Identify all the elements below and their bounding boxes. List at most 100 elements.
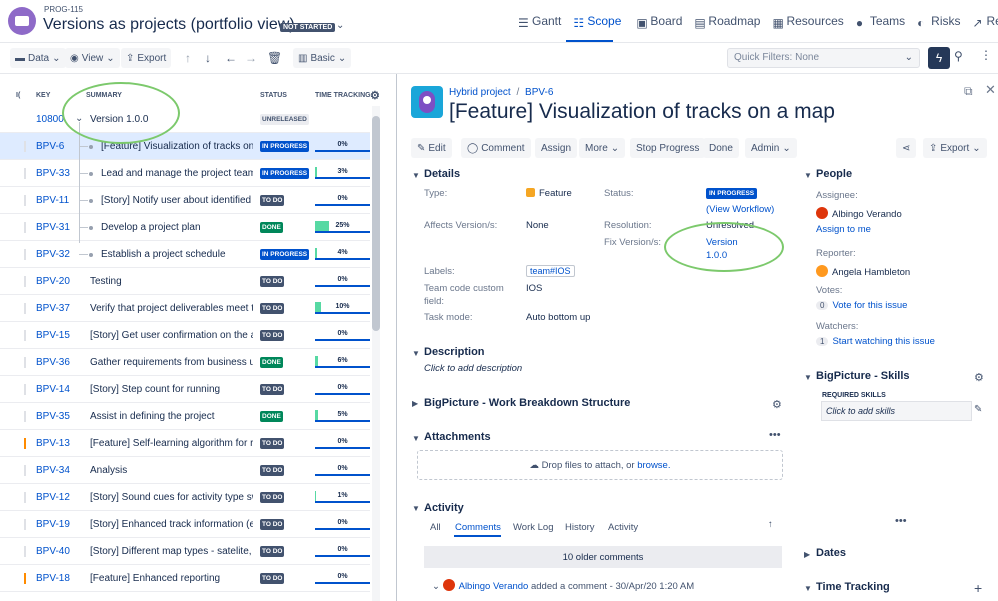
wbs-heading[interactable]: BigPicture - Work Breakdown Structure (424, 397, 630, 409)
nav-resources[interactable]: ▦ Resources (772, 14, 843, 30)
issue-key[interactable]: BPV-14 (36, 384, 70, 395)
chevron-down-icon[interactable]: ▼ (412, 504, 420, 513)
assign-to-me-link[interactable]: Assign to me (816, 224, 871, 235)
issue-key[interactable]: BPV-33 (36, 168, 70, 179)
data-menu-button[interactable]: ▬ Data ⌄ (10, 48, 66, 68)
issue-key[interactable]: BPV-36 (36, 357, 70, 368)
breadcrumb-project[interactable]: Hybrid project (449, 87, 511, 98)
issue-summary[interactable]: Testing (90, 276, 253, 287)
browse-link[interactable]: browse. (637, 460, 670, 471)
table-row[interactable]: BPV-11 [Story] Notify user about identifi… (0, 187, 370, 214)
issue-summary[interactable]: [Feature] Enhanced reporting (90, 573, 253, 584)
team-code-value[interactable]: IOS (526, 283, 542, 294)
issue-key[interactable]: BPV-31 (36, 222, 70, 233)
table-row[interactable]: BPV-12 [Story] Sound cues for activity ty… (0, 484, 370, 511)
project-avatar[interactable] (8, 7, 36, 35)
move-up-icon[interactable]: ↑ (185, 51, 191, 65)
issue-summary[interactable]: [Story] Different map types - satelite, … (90, 546, 253, 557)
table-row[interactable]: BPV-36 Gather requirements from business … (0, 349, 370, 376)
share-button[interactable]: ⋖ (896, 138, 917, 158)
indent-icon[interactable]: → (245, 51, 257, 65)
quick-filters-select[interactable]: Quick Filters: None ⌄ (727, 48, 920, 68)
nav-teams[interactable]: ● Teams (856, 14, 905, 30)
breadcrumb-issue-key[interactable]: BPV-6 (525, 87, 553, 98)
issue-key[interactable]: BPV-15 (36, 330, 70, 341)
issue-key[interactable]: BPV-19 (36, 519, 70, 530)
export-button[interactable]: ⇪ Export (121, 48, 172, 68)
chevron-right-icon[interactable]: ▶ (412, 399, 418, 408)
issue-key[interactable]: BPV-35 (36, 411, 70, 422)
comment-author-link[interactable]: Albingo Verando (459, 581, 529, 592)
issue-key[interactable]: BPV-11 (36, 195, 69, 206)
nav-gantt[interactable]: ☰ Gantt (518, 14, 561, 30)
admin-button[interactable]: Admin ⌄ (745, 138, 797, 158)
time-tracking-heading[interactable]: Time Tracking (816, 581, 890, 593)
issue-summary[interactable]: Establish a project schedule (101, 249, 253, 260)
issue-key[interactable]: BPV-12 (36, 492, 70, 503)
attachment-dropzone[interactable]: ☁ Drop files to attach, or browse. (417, 450, 783, 480)
nav-scope[interactable]: ☷ Scope (573, 14, 624, 30)
table-row[interactable]: BPV-34 Analysis TO DO 0% (0, 457, 370, 484)
issue-summary[interactable]: Develop a project plan (101, 222, 253, 233)
reporter[interactable]: Angela Hambleton (816, 265, 910, 278)
affects-version-value[interactable]: None (526, 220, 549, 231)
more-icon[interactable]: ⋮ (980, 48, 992, 62)
table-row[interactable]: BPV-37 Verify that project deliverables m… (0, 295, 370, 322)
issue-key[interactable]: BPV-6 (36, 141, 64, 152)
issue-summary[interactable]: [Feature] Self-learning algorithm for ru… (90, 438, 253, 449)
table-row[interactable]: BPV-13 [Feature] Self-learning algorithm … (0, 430, 370, 457)
plus-icon[interactable]: + (974, 580, 982, 596)
search-icon[interactable]: ⚲ (954, 49, 970, 67)
chevron-down-icon[interactable]: ▼ (412, 171, 420, 180)
col-i[interactable]: I( (16, 92, 20, 99)
dates-heading[interactable]: Dates (816, 547, 846, 559)
issue-key[interactable]: BPV-18 (36, 573, 70, 584)
chevron-down-icon[interactable]: ▼ (804, 171, 812, 180)
done-button[interactable]: Done (703, 138, 739, 158)
activity-heading[interactable]: Activity (424, 502, 464, 514)
view-menu-button[interactable]: ◉ View ⌄ (65, 48, 120, 68)
tab-history[interactable]: History (565, 522, 595, 533)
people-heading[interactable]: People (816, 168, 852, 180)
gear-icon[interactable]: ⚙ (974, 371, 984, 384)
chevron-down-icon[interactable]: ▼ (804, 373, 812, 382)
bolt-icon[interactable]: ϟ (928, 47, 950, 69)
issue-summary[interactable]: [Story] Step count for running (90, 384, 253, 395)
basic-view-button[interactable]: ▥ Basic ⌄ (293, 48, 352, 68)
description-heading[interactable]: Description (424, 346, 485, 358)
nav-board[interactable]: ▣ Board (636, 14, 682, 30)
tab-work-log[interactable]: Work Log (513, 522, 553, 533)
issue-key[interactable]: BPV-40 (36, 546, 70, 557)
version-row[interactable]: 10800 ⌄ Version 1.0.0 UNRELEASED (0, 106, 370, 133)
issue-summary[interactable]: Assist in defining the project (90, 411, 253, 422)
tab-all[interactable]: All (430, 522, 441, 533)
col-key[interactable]: KEY (36, 92, 50, 99)
assign-button[interactable]: Assign (535, 138, 578, 158)
tab-comments[interactable]: Comments (455, 522, 501, 533)
panel-divider[interactable] (396, 74, 397, 601)
issue-summary[interactable]: [Story] Sound cues for activity type swi… (90, 492, 253, 503)
pencil-icon[interactable]: ✎ (974, 404, 982, 415)
chevron-down-icon[interactable]: ⌄ (432, 581, 443, 592)
task-mode-value[interactable]: Auto bottom up (526, 312, 590, 323)
issue-summary[interactable]: [Story] Get user confirmation on the act… (90, 330, 253, 341)
view-workflow-link[interactable]: (View Workflow) (706, 204, 774, 215)
vote-link[interactable]: Vote for this issue (832, 300, 907, 311)
issue-summary[interactable]: [Story] Enhanced track information (elev… (90, 519, 253, 530)
table-row[interactable]: BPV-14 [Story] Step count for running TO D… (0, 376, 370, 403)
sort-arrow-icon[interactable]: ↑ (768, 519, 773, 530)
outdent-icon[interactable]: ← (225, 51, 237, 65)
label-tag[interactable]: team#IOS (526, 265, 575, 277)
open-external-icon[interactable]: ⧉ (964, 84, 973, 99)
table-scroll-thumb[interactable] (372, 116, 380, 331)
issue-key[interactable]: BPV-20 (36, 276, 70, 287)
table-row[interactable]: BPV-33 Lead and manage the project team IN… (0, 160, 370, 187)
table-row[interactable]: BPV-20 Testing TO DO 0% (0, 268, 370, 295)
table-row[interactable]: BPV-18 [Feature] Enhanced reporting TO DO 0… (0, 565, 370, 592)
nav-reports[interactable]: ↗Reports (973, 14, 998, 30)
edit-button[interactable]: ✎ Edit (411, 138, 452, 158)
table-row[interactable]: BPV-15 [Story] Get user confirmation on t… (0, 322, 370, 349)
chevron-down-icon[interactable]: ⌄ (336, 20, 344, 31)
skills-input[interactable]: Click to add skills (821, 401, 972, 421)
issue-key[interactable]: BPV-32 (36, 249, 70, 260)
